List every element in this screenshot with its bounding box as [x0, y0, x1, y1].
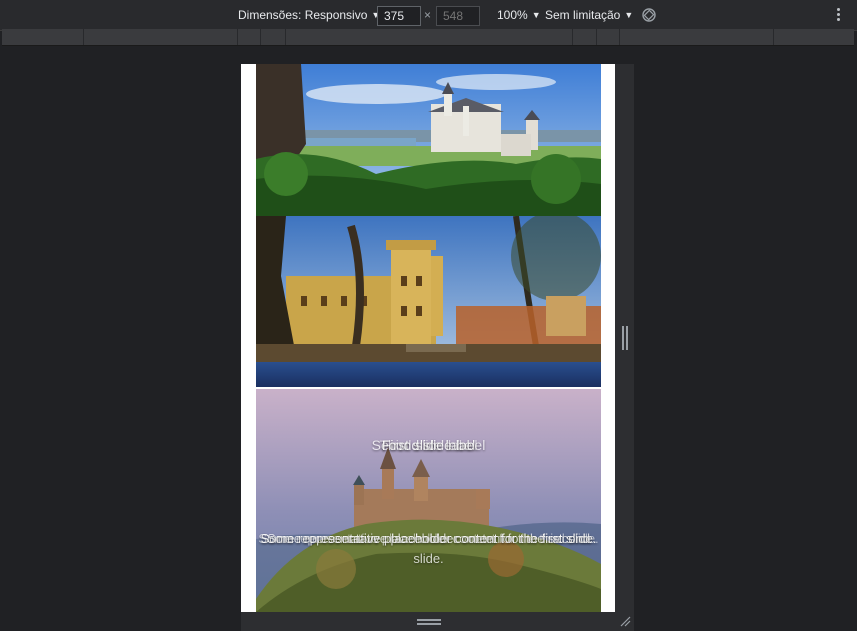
- triangle-down-icon: ▼: [531, 10, 541, 20]
- zoom-label: 100%: [497, 8, 528, 22]
- slide-3-caption-title: Third slide label: [379, 437, 478, 453]
- dimensions-dropdown[interactable]: Dimensões: Responsivo ▼: [238, 8, 380, 22]
- more-vert-icon[interactable]: [835, 8, 843, 24]
- slide-3-caption-text: Some representative placeholder content …: [258, 531, 599, 546]
- throttle-label: Sem limitação: [545, 8, 621, 22]
- zoom-dropdown[interactable]: 100% ▼: [497, 8, 541, 22]
- media-query-bar[interactable]: [2, 29, 854, 46]
- throttling-dropdown[interactable]: Sem limitação ▼: [545, 8, 633, 22]
- carousel-slide-3-image: [256, 389, 601, 612]
- carousel-slide-2-image: [256, 216, 601, 387]
- devtools-device-mode: Dimensões: Responsivo▼ × 100%▼ Sem limit…: [0, 0, 857, 631]
- width-input[interactable]: [377, 6, 421, 26]
- rotate-icon[interactable]: [641, 7, 657, 23]
- height-input[interactable]: [436, 6, 480, 26]
- carousel-slide-1-image: [256, 64, 601, 216]
- height-resize-handle[interactable]: [417, 619, 441, 625]
- times-separator: ×: [424, 8, 432, 22]
- device-toolbar: Dimensões: Responsivo▼ × 100%▼ Sem limit…: [0, 0, 857, 31]
- corner-resize-icon[interactable]: [619, 615, 631, 627]
- width-resize-handle[interactable]: [622, 326, 628, 350]
- triangle-down-icon: ▼: [624, 10, 634, 20]
- dimensions-label: Dimensões: Responsivo: [238, 8, 368, 22]
